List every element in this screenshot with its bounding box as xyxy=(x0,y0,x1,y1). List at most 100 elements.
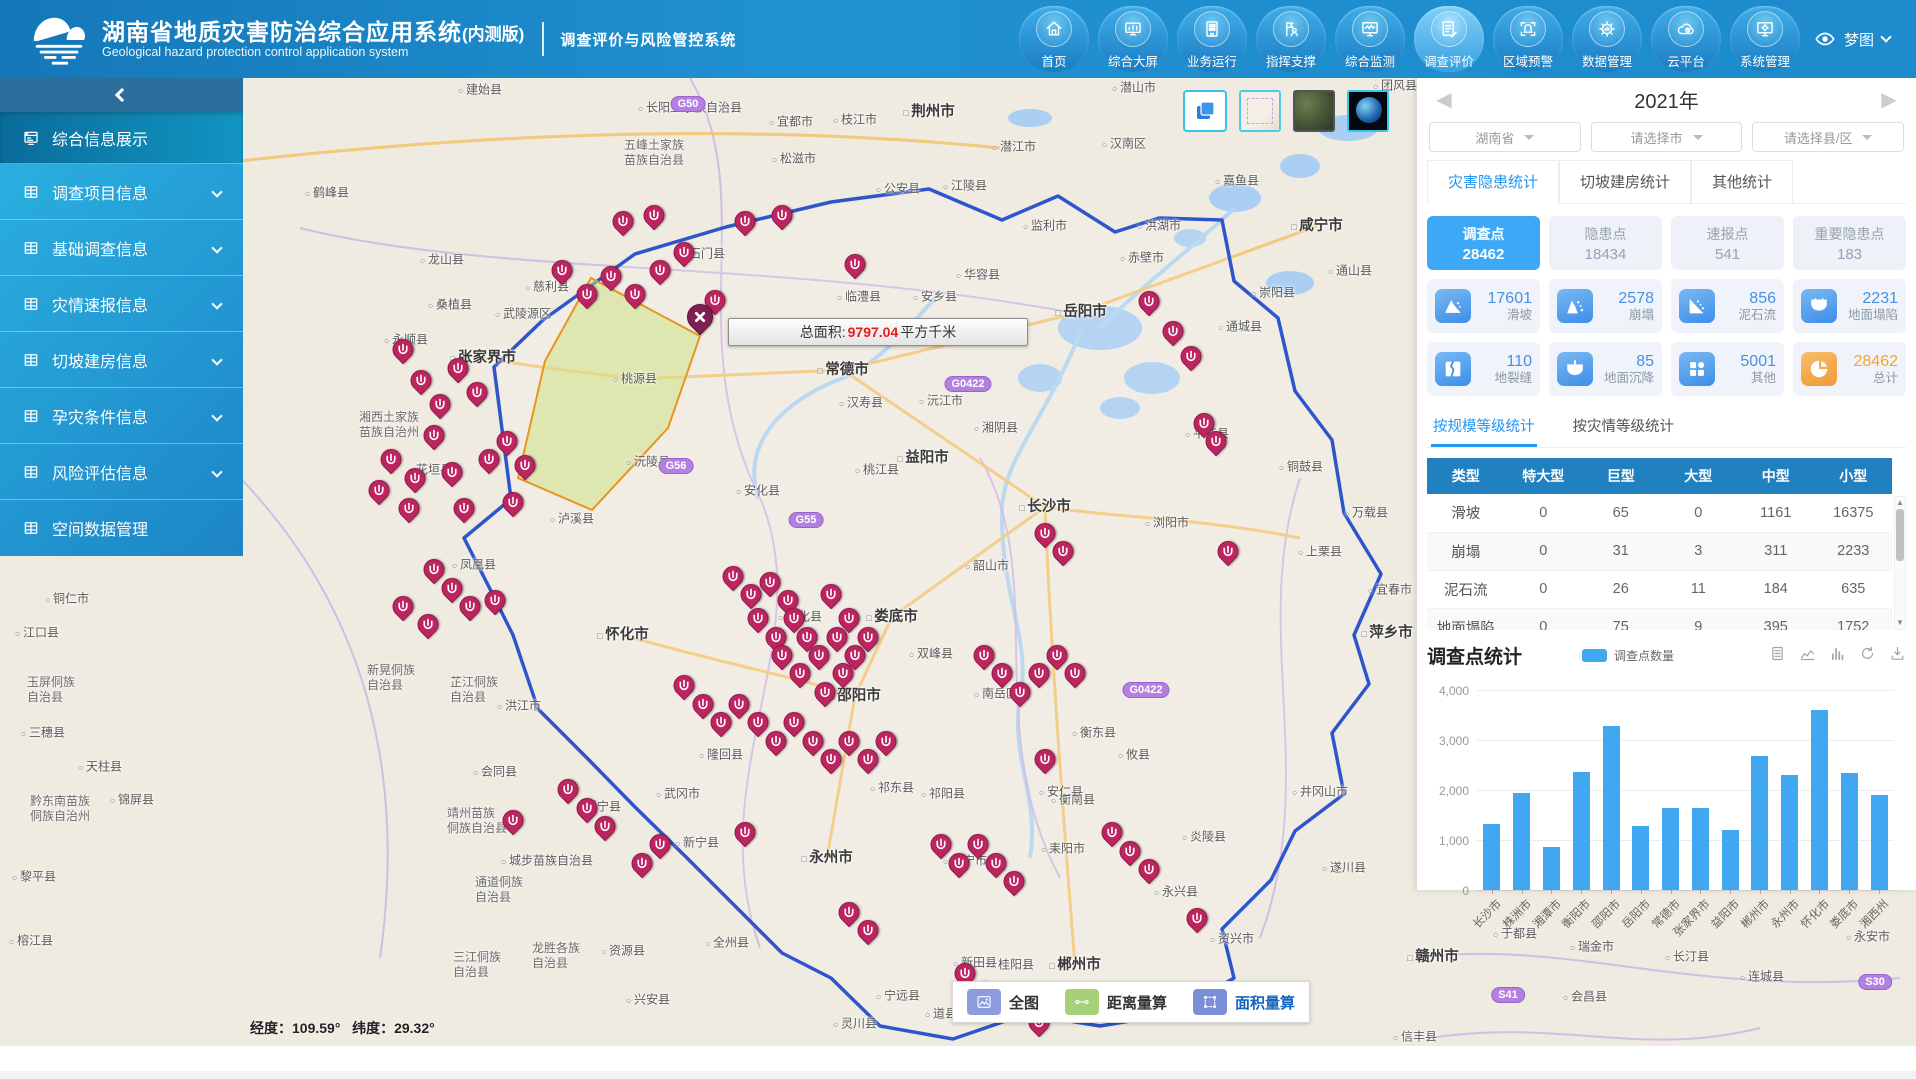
point-type-button-1[interactable]: 调查点28462 xyxy=(1427,216,1540,270)
point-type-label: 速报点 xyxy=(1707,224,1749,244)
grid-icon xyxy=(22,463,40,481)
map-place-label: 三穗县 xyxy=(21,726,65,741)
other-icon xyxy=(1679,352,1715,386)
bar-column[interactable]: 岳阳市 xyxy=(1632,691,1649,890)
x-axis-tick-label: 娄底市 xyxy=(1827,896,1863,932)
map-place-label: 会昌县 xyxy=(1563,990,1607,1005)
bar-column[interactable]: 长沙市 xyxy=(1483,691,1500,890)
map-place-label: 资源县 xyxy=(601,944,645,959)
sidebar-item-4[interactable]: 灾情速报信息 xyxy=(0,276,243,332)
sidebar-item-2[interactable]: 调查项目信息 xyxy=(0,164,243,220)
nav-item-9[interactable]: 云平台 xyxy=(1651,6,1721,72)
stat-tab-1[interactable]: 灾害隐患统计 xyxy=(1427,160,1559,204)
map-place-label: 华容县 xyxy=(956,268,1000,283)
point-type-button-2[interactable]: 隐患点18434 xyxy=(1549,216,1662,270)
grade-subtab-2[interactable]: 按灾情等级统计 xyxy=(1571,408,1677,447)
layers-icon[interactable] xyxy=(1183,90,1227,132)
bar-column[interactable]: 张家界市 xyxy=(1692,691,1709,890)
stat-tab-2[interactable]: 切坡建房统计 xyxy=(1559,160,1691,203)
bar-column[interactable]: 娄底市 xyxy=(1841,691,1858,890)
data-view-icon[interactable] xyxy=(1769,645,1786,667)
bar-column[interactable]: 益阳市 xyxy=(1722,691,1739,890)
map-place-label: 安乡县 xyxy=(913,290,957,305)
sidebar-item-label: 切坡建房信息 xyxy=(52,348,148,372)
scroll-down-icon[interactable]: ▼ xyxy=(1895,618,1905,628)
stat-tab-3[interactable]: 其他统计 xyxy=(1691,160,1793,203)
nav-item-8[interactable]: 数据管理 xyxy=(1572,6,1642,72)
hazard-label: 崩塌 xyxy=(1593,308,1654,323)
nav-item-4[interactable]: 指挥支撑 xyxy=(1256,6,1326,72)
region-select-3[interactable]: 请选择县/区 xyxy=(1752,122,1904,152)
map-tool-距离量算[interactable]: 距离量算 xyxy=(1065,989,1167,1015)
survey-point-chart: 长沙市株洲市湘潭市衡阳市邵阳市岳阳市常德市张家界市益阳市郴州市永州市怀化市娄底市… xyxy=(1427,685,1906,955)
bar-column[interactable]: 株洲市 xyxy=(1513,691,1530,890)
bar-column[interactable]: 郴州市 xyxy=(1751,691,1768,890)
nav-item-10[interactable]: 系统管理 xyxy=(1730,6,1800,72)
download-icon[interactable] xyxy=(1889,645,1906,667)
grid-icon xyxy=(22,407,40,425)
map-place-label: 上栗县 xyxy=(1298,545,1342,560)
map-tool-全图[interactable]: 全图 xyxy=(967,989,1039,1015)
landslide-icon xyxy=(1435,289,1471,323)
bar-column[interactable]: 怀化市 xyxy=(1811,691,1828,890)
sidebar-item-1[interactable]: 综合信息展示 xyxy=(0,112,243,164)
region-select-2[interactable]: 请选择市 xyxy=(1591,122,1743,152)
scroll-thumb[interactable] xyxy=(1896,509,1904,561)
nav-item-5[interactable]: 综合监测 xyxy=(1335,6,1405,72)
footer-bar xyxy=(0,1071,1916,1079)
grade-subtab-1[interactable]: 按规模等级统计 xyxy=(1431,408,1537,447)
region-select-1[interactable]: 湖南省 xyxy=(1429,122,1581,152)
nav-item-3[interactable]: 业务运行 xyxy=(1177,6,1247,72)
globe-basemap-thumbnail[interactable] xyxy=(1347,90,1389,132)
nav-label: 指挥支撑 xyxy=(1266,51,1316,70)
nav-item-6[interactable]: 调查评价 xyxy=(1414,6,1484,72)
x-axis-tick-label: 邵阳市 xyxy=(1588,896,1624,932)
hazard-count: 85 xyxy=(1593,352,1654,371)
sidebar-item-3[interactable]: 基础调查信息 xyxy=(0,220,243,276)
bar-column[interactable]: 邵阳市 xyxy=(1603,691,1620,890)
scroll-up-icon[interactable]: ▲ xyxy=(1895,498,1905,508)
refresh-icon[interactable] xyxy=(1859,645,1876,667)
bar-column[interactable]: 衡阳市 xyxy=(1573,691,1590,890)
home-icon xyxy=(1036,11,1072,47)
hazard-card-总计: 28462总计 xyxy=(1793,342,1906,396)
x-axis-tick-label: 湘西州 xyxy=(1856,896,1892,932)
row-value-cell: 0 xyxy=(1505,608,1583,630)
sidebar-item-6[interactable]: 孕灾条件信息 xyxy=(0,388,243,444)
legend-label: 调查点数量 xyxy=(1614,647,1674,664)
nav-item-1[interactable]: 首页 xyxy=(1019,6,1089,72)
map-tool-label: 面积量算 xyxy=(1235,992,1295,1013)
nav-item-7[interactable]: 区域预警 xyxy=(1493,6,1563,72)
chart-legend[interactable]: 调查点数量 xyxy=(1582,647,1674,664)
nav-label: 调查评价 xyxy=(1424,51,1474,70)
street-basemap-thumbnail[interactable] xyxy=(1239,90,1281,132)
bar-column[interactable]: 湘潭市 xyxy=(1543,691,1560,890)
satellite-basemap-thumbnail[interactable] xyxy=(1293,90,1335,132)
sidebar-item-7[interactable]: 风险评估信息 xyxy=(0,444,243,500)
year-prev-button[interactable]: ◀ xyxy=(1427,87,1461,112)
bar-chart-icon[interactable] xyxy=(1829,645,1846,667)
point-type-button-3[interactable]: 速报点541 xyxy=(1671,216,1784,270)
bar-column[interactable]: 湘西州 xyxy=(1871,691,1888,890)
bar-column[interactable]: 永州市 xyxy=(1781,691,1798,890)
sidebar-collapse-button[interactable] xyxy=(0,78,243,112)
row-value-cell: 311 xyxy=(1737,532,1815,570)
table-scrollbar[interactable]: ▲ ▼ xyxy=(1894,496,1906,630)
sidebar-item-8[interactable]: 空间数据管理 xyxy=(0,500,243,556)
user-menu[interactable]: 梦图 xyxy=(1814,28,1890,50)
sidebar-item-5[interactable]: 切坡建房信息 xyxy=(0,332,243,388)
map-tool-面积量算[interactable]: 面积量算 xyxy=(1193,989,1295,1015)
y-axis-tick-label: 4,000 xyxy=(1439,684,1469,698)
year-label: 2021年 xyxy=(1461,85,1872,114)
line-chart-icon[interactable] xyxy=(1799,645,1816,667)
chevron-down-icon xyxy=(211,354,222,365)
map-place-label: 浏阳市 xyxy=(1145,516,1189,531)
ground-collapse-icon xyxy=(1801,289,1837,323)
point-type-button-4[interactable]: 重要隐患点183 xyxy=(1793,216,1906,270)
map-place-label: 崇阳县 xyxy=(1251,286,1295,301)
nav-item-2[interactable]: 综合大屏 xyxy=(1098,6,1168,72)
map-place-label: 常德市 xyxy=(817,361,868,379)
bar-column[interactable]: 常德市 xyxy=(1662,691,1679,890)
year-next-button[interactable]: ▶ xyxy=(1872,87,1906,112)
map-place-label: 岳阳市 xyxy=(1055,303,1106,321)
